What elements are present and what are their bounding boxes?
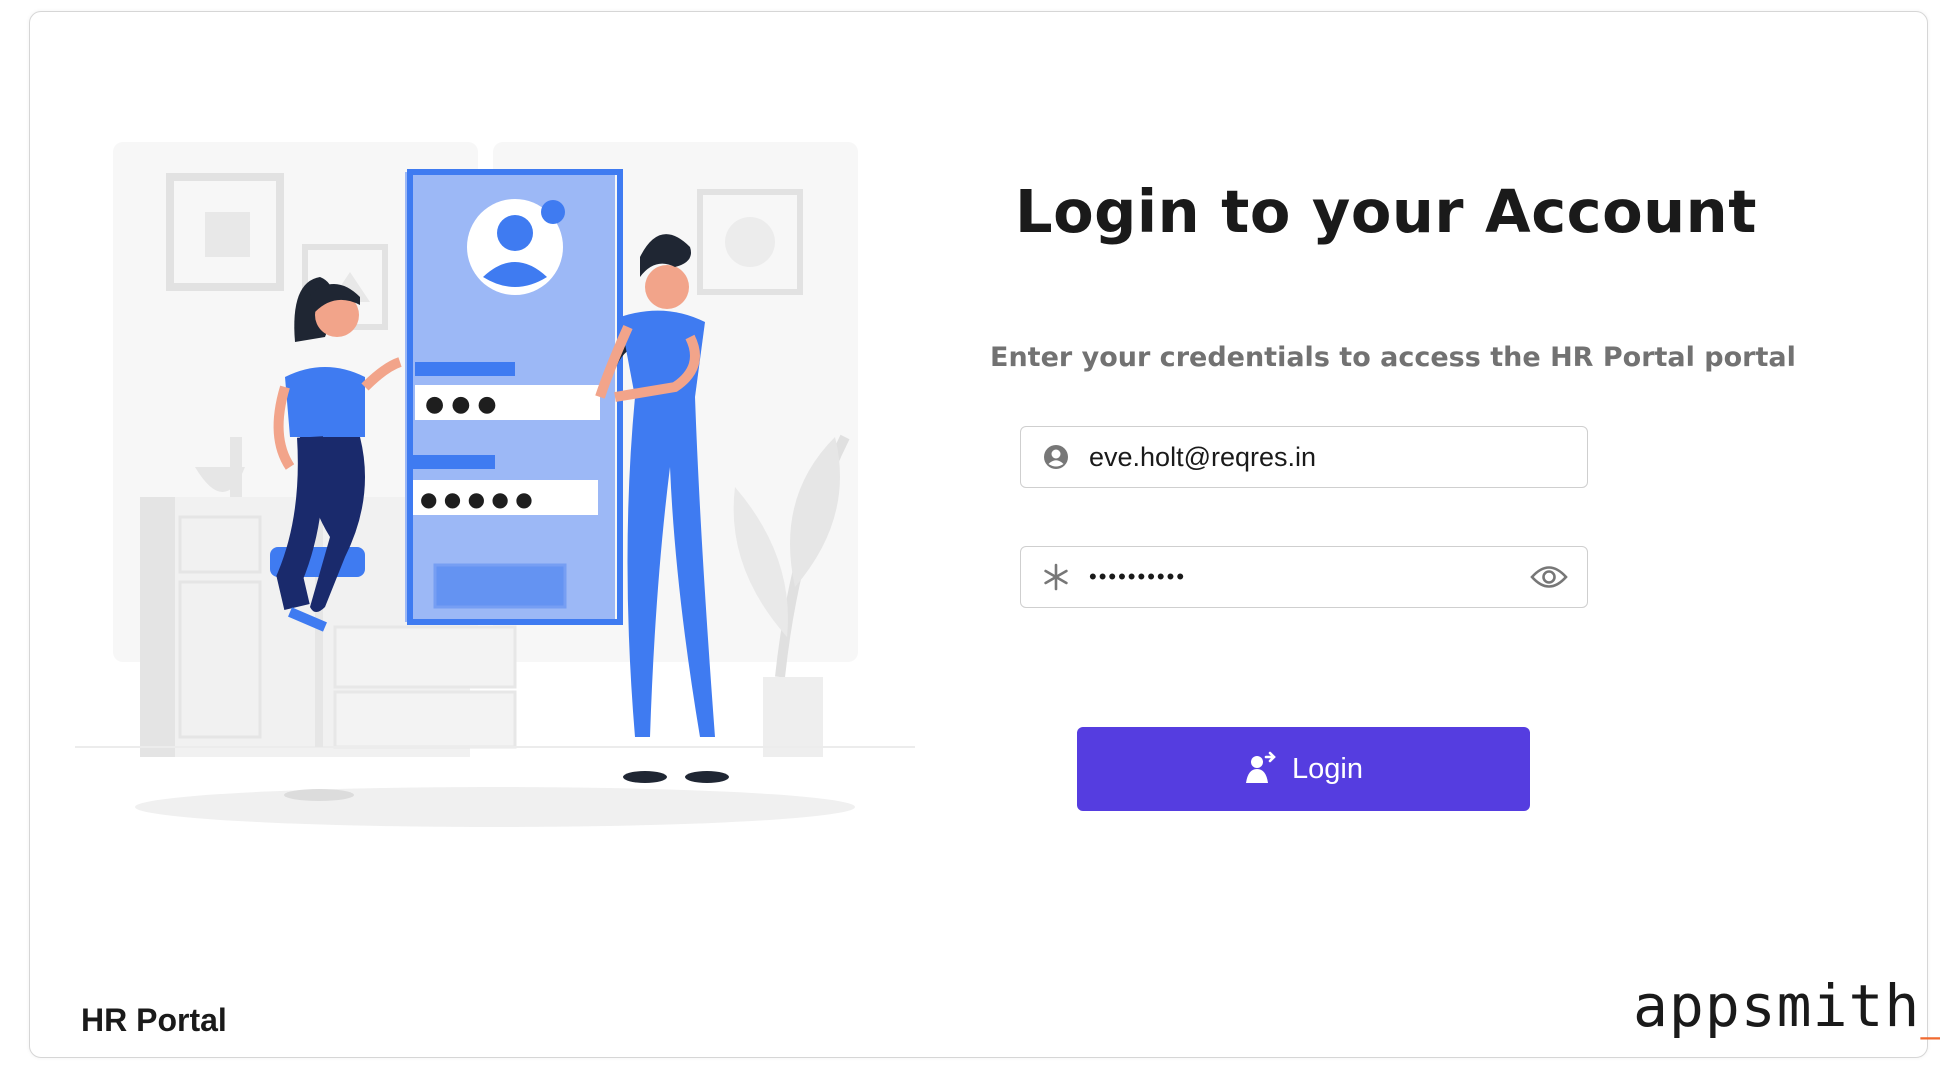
login-illustration: ● ● ● ● ● ● ● ● <box>75 142 915 827</box>
asterisk-icon <box>1041 562 1071 592</box>
app-name: HR Portal <box>81 1002 227 1038</box>
eye-icon[interactable] <box>1529 562 1569 592</box>
brand-text: appsmith <box>1633 972 1921 1040</box>
login-card: ● ● ● ● ● ● ● ● Login to your Account En… <box>29 11 1940 1058</box>
login-button-label: Login <box>1292 752 1363 785</box>
password-field[interactable] <box>1020 546 1588 608</box>
user-circle-icon <box>1041 442 1071 472</box>
email-input[interactable] <box>1089 427 1587 487</box>
login-button[interactable]: Login <box>1077 727 1530 811</box>
page-title: Login to your Account <box>1015 177 1757 246</box>
svg-text:● ● ●: ● ● ● <box>425 392 497 417</box>
log-in-user-icon <box>1244 751 1278 788</box>
svg-text:● ● ● ● ●: ● ● ● ● ● <box>420 487 533 511</box>
page-subtitle: Enter your credentials to access the HR … <box>990 342 1796 373</box>
brand-logo: appsmith_ <box>1633 972 1940 1040</box>
password-input[interactable] <box>1089 547 1529 607</box>
email-field[interactable] <box>1020 426 1588 488</box>
brand-cursor: _ <box>1920 972 1940 1040</box>
